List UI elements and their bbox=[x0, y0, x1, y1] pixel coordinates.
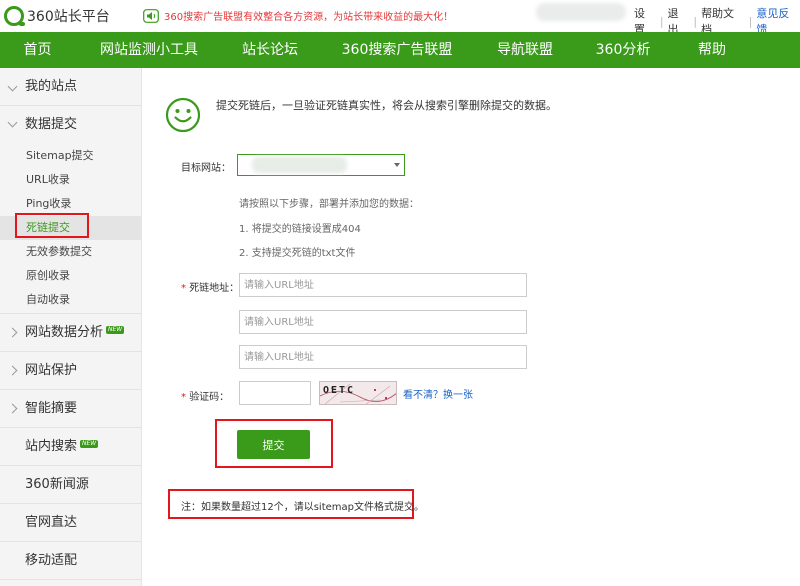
required-mark: * bbox=[181, 283, 186, 294]
refresh-captcha-link[interactable]: 看不清？换一张 bbox=[403, 386, 473, 401]
divider: | bbox=[693, 14, 698, 28]
sidebar-item-auto-index[interactable]: 自动收录 bbox=[0, 288, 141, 314]
sidebar-item-label: 站内搜索 bbox=[25, 439, 78, 454]
sidebar-site-protect[interactable]: 网站保护 bbox=[0, 352, 141, 390]
divider: | bbox=[659, 14, 664, 28]
site-logo[interactable]: 360站长平台 bbox=[4, 5, 110, 27]
captcha-label-text: 验证码： bbox=[189, 392, 230, 403]
captcha-input[interactable] bbox=[239, 381, 311, 405]
url-input-3[interactable] bbox=[239, 345, 527, 369]
sidebar-my-sites[interactable]: 我的站点 bbox=[0, 68, 141, 106]
nav-ad-alliance[interactable]: 360搜索广告联盟 bbox=[317, 32, 477, 68]
nav-home[interactable]: 首页 bbox=[0, 32, 75, 68]
sidebar-item-url-index[interactable]: URL收录 bbox=[0, 168, 141, 192]
divider: | bbox=[748, 14, 753, 28]
logo-mark-icon bbox=[4, 6, 25, 26]
sidebar-item-label: 网站保护 bbox=[25, 363, 78, 378]
sidebar-item-label: 网站数据分析 bbox=[25, 325, 104, 340]
sidebar-item-original[interactable]: 原创收录 bbox=[0, 264, 141, 288]
deadlink-label: * 死链地址： bbox=[181, 279, 239, 294]
sidebar-news-source[interactable]: 360新闻源 bbox=[0, 466, 141, 504]
chevron-down-icon bbox=[7, 117, 18, 128]
sidebar: 我的站点 数据提交 Sitemap提交 URL收录 Ping收录 死链提交 无效… bbox=[0, 68, 142, 586]
intro-text: 提交死链后，一旦验证死链真实性，将会从搜索引擎删除提交的数据。 bbox=[216, 99, 557, 112]
target-site-label: 目标网站： bbox=[181, 163, 231, 174]
chevron-right-icon bbox=[7, 403, 18, 414]
captcha-image[interactable]: OETC bbox=[319, 381, 397, 405]
chevron-down-icon bbox=[7, 81, 18, 92]
sidebar-item-sitemap[interactable]: Sitemap提交 bbox=[0, 144, 141, 168]
new-badge: NEW bbox=[80, 440, 99, 448]
highlight-deadlink-menu bbox=[15, 213, 89, 238]
chevron-down-icon bbox=[394, 163, 400, 167]
sidebar-data-submit[interactable]: 数据提交 bbox=[0, 106, 141, 144]
username-blurred bbox=[536, 3, 626, 21]
nav-navigation-alliance[interactable]: 导航联盟 bbox=[477, 32, 573, 68]
sidebar-official-direct[interactable]: 官网直达 bbox=[0, 504, 141, 542]
sidebar-site-search[interactable]: 站内搜索 NEW bbox=[0, 428, 141, 466]
target-site-select[interactable] bbox=[237, 154, 405, 176]
announcement-text: 360搜索广告联盟有效整合各方资源，为站长带来收益的最大化！ bbox=[164, 12, 454, 23]
sidebar-item-label: 数据提交 bbox=[25, 117, 78, 132]
submit-button[interactable]: 提交 bbox=[237, 430, 310, 459]
speaker-icon bbox=[143, 8, 159, 23]
nav-help[interactable]: 帮助 bbox=[673, 32, 751, 68]
required-mark: * bbox=[181, 392, 186, 403]
step-2: 2. 支持提交死链的txt文件 bbox=[239, 248, 356, 259]
url-input-2[interactable] bbox=[239, 310, 527, 334]
sidebar-site-analysis[interactable]: 网站数据分析 NEW bbox=[0, 314, 141, 352]
captcha-text: OETC bbox=[323, 385, 356, 396]
announcement[interactable]: 360搜索广告联盟有效整合各方资源，为站长带来收益的最大化！ bbox=[143, 8, 453, 23]
chevron-right-icon bbox=[7, 365, 18, 376]
smiley-icon bbox=[165, 97, 201, 133]
sidebar-mobile-adapt[interactable]: 移动适配 bbox=[0, 542, 141, 580]
deadlink-label-text: 死链地址： bbox=[189, 283, 240, 294]
sidebar-item-invalid-params[interactable]: 无效参数提交 bbox=[0, 240, 141, 264]
nav-monitor-tools[interactable]: 网站监测小工具 bbox=[75, 32, 223, 68]
url-input-1[interactable] bbox=[239, 273, 527, 297]
site-value-blurred bbox=[252, 157, 347, 173]
nav-forum[interactable]: 站长论坛 bbox=[223, 32, 317, 68]
main-nav: 首页 网站监测小工具 站长论坛 360搜索广告联盟 导航联盟 360分析 帮助 bbox=[0, 32, 800, 68]
sidebar-item-label: 智能摘要 bbox=[25, 401, 78, 416]
logo-text: 360站长平台 bbox=[27, 9, 110, 25]
nav-analytics[interactable]: 360分析 bbox=[573, 32, 673, 68]
top-bar: 360站长平台 360搜索广告联盟有效整合各方资源，为站长带来收益的最大化！ 设… bbox=[0, 0, 800, 36]
sidebar-smart-summary[interactable]: 智能摘要 bbox=[0, 390, 141, 428]
chevron-right-icon bbox=[7, 327, 18, 338]
sidebar-item-label: 我的站点 bbox=[25, 79, 78, 94]
captcha-label: * 验证码： bbox=[181, 388, 229, 403]
steps-title: 请按照以下步骤，部署并添加您的数据： bbox=[239, 199, 419, 210]
footnote: 注：如果数量超过12个，请以sitemap文件格式提交。 bbox=[181, 502, 425, 513]
step-1: 1. 将提交的链接设置成404 bbox=[239, 224, 361, 235]
new-badge: NEW bbox=[106, 326, 125, 334]
